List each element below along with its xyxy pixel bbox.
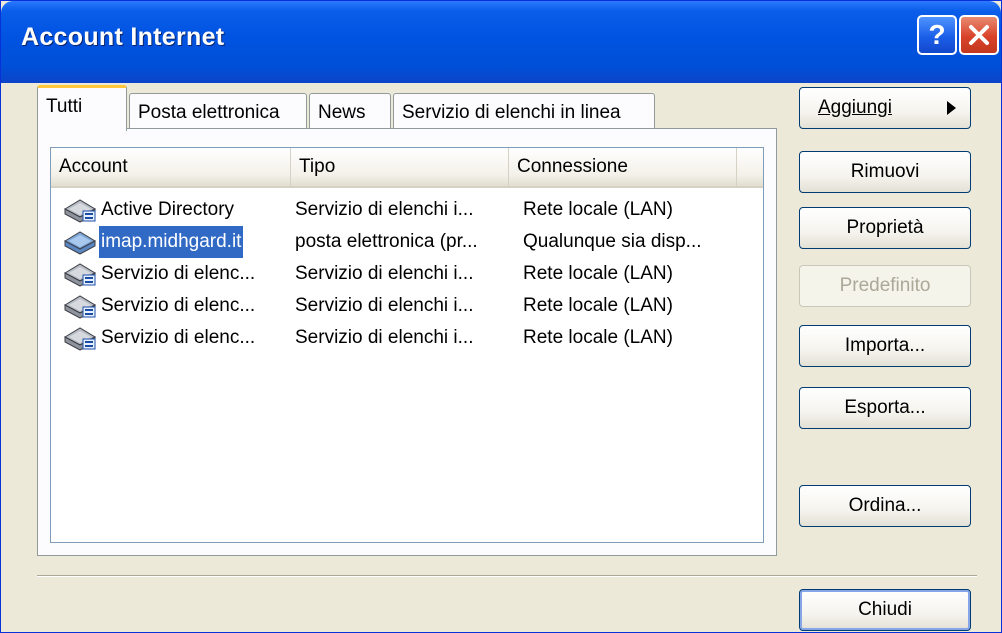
directory-service-icon bbox=[63, 325, 97, 353]
column-header-tipo[interactable]: Tipo bbox=[291, 148, 509, 186]
title-bar[interactable]: Account Internet ? bbox=[1, 1, 1001, 83]
directory-service-icon bbox=[63, 261, 97, 289]
account-connection: Rete locale (LAN) bbox=[523, 263, 673, 284]
window-title: Account Internet bbox=[21, 23, 225, 51]
tab-servizio-elenchi[interactable]: Servizio di elenchi in linea bbox=[393, 93, 655, 129]
internet-accounts-dialog: Account Internet ? Tutti Posta elettroni… bbox=[0, 0, 1002, 633]
set-default-button[interactable]: Predefinito bbox=[799, 265, 971, 307]
remove-button[interactable]: Rimuovi bbox=[799, 151, 971, 193]
help-button[interactable]: ? bbox=[917, 15, 957, 55]
accounts-list[interactable]: Account Tipo Connessione Active Director… bbox=[50, 147, 764, 543]
sort-button[interactable]: Ordina... bbox=[799, 485, 971, 527]
column-header-account[interactable]: Account bbox=[51, 148, 291, 186]
list-item[interactable]: Servizio di elenc... Servizio di elenchi … bbox=[51, 322, 763, 354]
mail-account-icon bbox=[63, 229, 97, 257]
tab-label: News bbox=[318, 102, 366, 123]
account-connection: Rete locale (LAN) bbox=[523, 327, 673, 348]
separator-line bbox=[37, 575, 977, 577]
tab-label: Servizio di elenchi in linea bbox=[402, 102, 621, 123]
list-item[interactable]: imap.midhgard.it posta elettronica (pr...… bbox=[51, 226, 763, 258]
account-name: Servizio di elenc... bbox=[101, 295, 256, 316]
tab-panel: Account Tipo Connessione Active Director… bbox=[37, 128, 777, 556]
add-button-label: Aggiungi bbox=[818, 97, 892, 118]
directory-service-icon bbox=[63, 197, 97, 225]
tab-news[interactable]: News bbox=[309, 93, 391, 129]
account-connection: Qualunque sia disp... bbox=[523, 231, 702, 252]
add-button[interactable]: Aggiungi bbox=[799, 87, 971, 129]
import-button[interactable]: Importa... bbox=[799, 325, 971, 367]
account-type: Servizio di elenchi i... bbox=[295, 263, 474, 284]
account-name: imap.midhgard.it bbox=[99, 226, 244, 258]
properties-button[interactable]: Proprietà bbox=[799, 207, 971, 249]
column-header-connessione[interactable]: Connessione bbox=[509, 148, 737, 186]
close-dialog-button[interactable]: Chiudi bbox=[799, 589, 971, 631]
submenu-arrow-icon bbox=[947, 101, 956, 115]
account-connection: Rete locale (LAN) bbox=[523, 295, 673, 316]
account-connection: Rete locale (LAN) bbox=[523, 199, 673, 220]
list-item[interactable]: Servizio di elenc... Servizio di elenchi … bbox=[51, 290, 763, 322]
help-icon: ? bbox=[928, 19, 946, 50]
account-type: Servizio di elenchi i... bbox=[295, 199, 474, 220]
list-item[interactable]: Servizio di elenc... Servizio di elenchi … bbox=[51, 258, 763, 290]
export-button[interactable]: Esporta... bbox=[799, 387, 971, 429]
account-name: Servizio di elenc... bbox=[101, 327, 256, 348]
close-button[interactable] bbox=[959, 15, 999, 55]
account-type: Servizio di elenchi i... bbox=[295, 295, 474, 316]
tab-label: Tutti bbox=[46, 96, 83, 117]
tab-posta-elettronica[interactable]: Posta elettronica bbox=[129, 93, 307, 129]
list-header: Account Tipo Connessione bbox=[51, 148, 763, 188]
account-type: Servizio di elenchi i... bbox=[295, 327, 474, 348]
directory-service-icon bbox=[63, 293, 97, 321]
list-item[interactable]: Active Directory Servizio di elenchi i...… bbox=[51, 194, 763, 226]
account-name: Active Directory bbox=[101, 199, 235, 220]
tab-tutti[interactable]: Tutti bbox=[37, 85, 127, 131]
close-icon bbox=[969, 25, 989, 45]
tab-label: Posta elettronica bbox=[138, 102, 280, 123]
account-type: posta elettronica (pr... bbox=[295, 231, 478, 252]
account-name: Servizio di elenc... bbox=[101, 263, 256, 284]
